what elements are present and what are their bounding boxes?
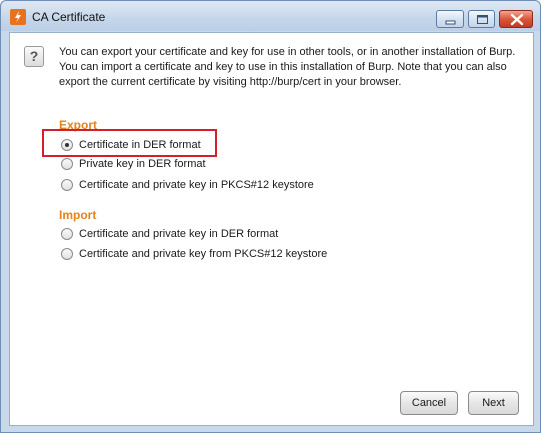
maximize-icon	[477, 15, 488, 24]
option-label: Certificate and private key in PKCS#12 k…	[79, 179, 314, 191]
title-bar[interactable]: CA Certificate	[1, 1, 540, 31]
maximize-button[interactable]	[468, 10, 495, 28]
dialog-content: ? You can export your certificate and ke…	[9, 32, 534, 426]
close-icon	[510, 13, 524, 26]
ca-certificate-dialog: CA Certificate ? You can export your cer…	[0, 0, 541, 433]
help-icon: ?	[24, 46, 44, 67]
intro-line-3: export the current certificate by visiti…	[59, 76, 402, 88]
radio-button[interactable]	[61, 158, 73, 170]
radio-button[interactable]	[61, 139, 73, 151]
option-label: Private key in DER format	[79, 158, 206, 170]
import-heading: Import	[59, 208, 97, 222]
close-button[interactable]	[499, 10, 533, 28]
minimize-button[interactable]	[436, 10, 464, 28]
radio-button[interactable]	[61, 179, 73, 191]
option-label: Certificate and private key in DER forma…	[79, 228, 279, 240]
option-label: Certificate in DER format	[79, 139, 201, 151]
cancel-button[interactable]: Cancel	[400, 391, 458, 415]
minimize-icon	[445, 20, 456, 25]
radio-button[interactable]	[61, 228, 73, 240]
burp-app-icon	[10, 9, 26, 25]
next-button[interactable]: Next	[468, 391, 519, 415]
intro-line-1: You can export your certificate and key …	[59, 46, 516, 58]
option-label: Certificate and private key from PKCS#12…	[79, 248, 328, 260]
radio-button[interactable]	[61, 248, 73, 260]
intro-text: You can export your certificate and key …	[59, 45, 519, 90]
window-title: CA Certificate	[32, 10, 106, 24]
intro-line-2: You can import a certificate and key to …	[59, 61, 507, 73]
